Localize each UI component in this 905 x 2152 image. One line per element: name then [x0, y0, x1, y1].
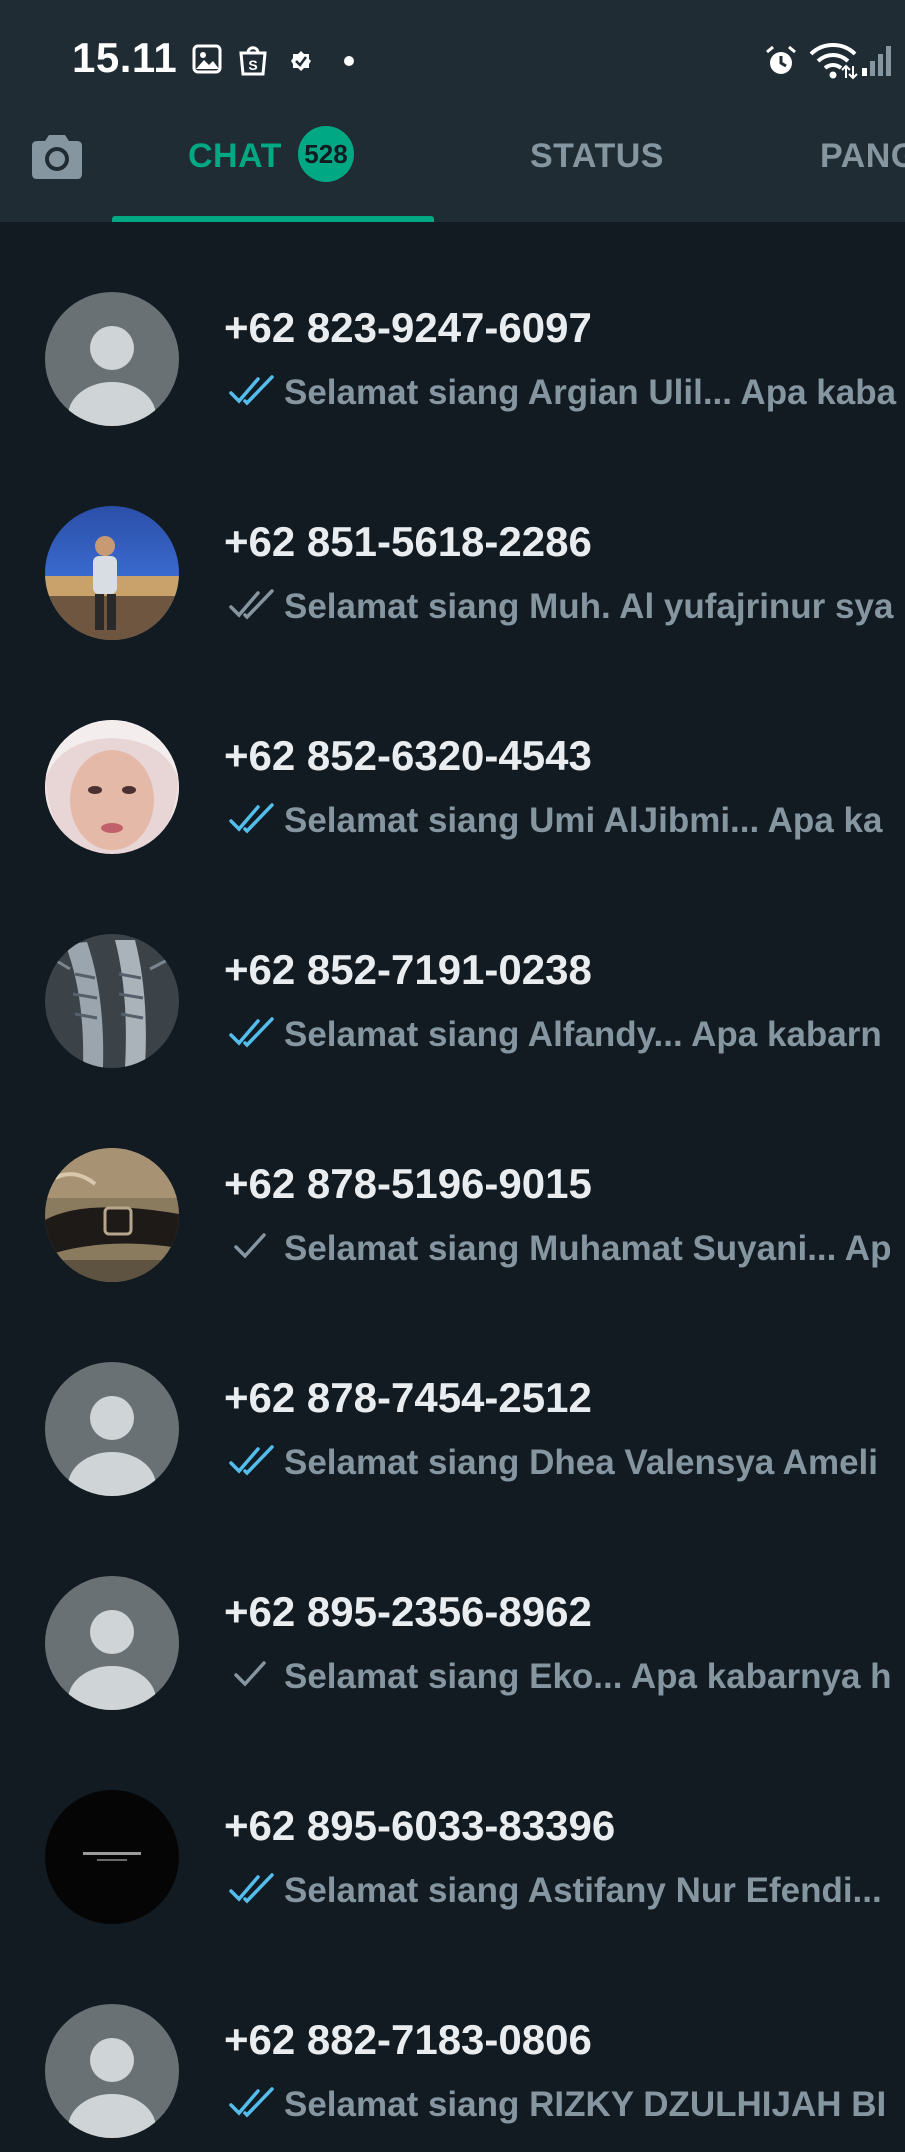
whatsapp-screen: 15.11 S CHAT 528 STATUS PANG +62 823-924… — [0, 0, 905, 2152]
chat-preview: Selamat siang Astifany Nur Efendi... — [228, 1866, 882, 1912]
chat-preview-text: Selamat siang Dhea Valensya Ameli — [284, 1442, 878, 1482]
chat-contact-name: +62 852-6320-4543 — [224, 732, 592, 779]
chat-contact-name: +62 823-9247-6097 — [224, 304, 592, 351]
chat-contact-name: +62 852-7191-0238 — [224, 946, 592, 993]
chat-row[interactable]: +62 895-6033-83396 Selamat siang Astifan… — [0, 1720, 905, 1934]
chat-preview: Selamat siang Muhamat Suyani... Ap — [228, 1224, 891, 1270]
chat-preview: Selamat siang Dhea Valensya Ameli — [228, 1438, 878, 1484]
gallery-icon — [192, 44, 222, 79]
double-check-read-icon — [228, 1871, 278, 1905]
chat-row[interactable]: +62 851-5618-2286 Selamat siang Muh. Al … — [0, 436, 905, 650]
chat-preview-text: Selamat siang Muhamat Suyani... Ap — [284, 1228, 892, 1268]
chat-row[interactable]: +62 882-7183-0806 Selamat siang RIZKY DZ… — [0, 1934, 905, 2148]
alarm-icon — [764, 44, 798, 83]
contact-photo-avatar[interactable] — [45, 934, 179, 1068]
default-avatar-icon[interactable] — [45, 1362, 179, 1496]
chat-unread-badge: 528 — [298, 126, 354, 182]
chat-preview: Selamat siang Argian Ulil... Apa kaba — [228, 368, 896, 414]
camera-icon[interactable] — [26, 126, 88, 188]
double-check-read-icon — [228, 1443, 278, 1477]
verified-icon — [290, 50, 312, 77]
wifi-icon — [808, 42, 858, 85]
status-bar: 15.11 S — [0, 0, 905, 120]
chat-preview-text: Selamat siang Umi AlJibmi... Apa ka — [284, 800, 883, 840]
chat-contact-name: +62 878-5196-9015 — [224, 1160, 592, 1207]
chat-row[interactable]: +62 852-6320-4543 Selamat siang Umi AlJi… — [0, 650, 905, 864]
shopee-icon: S — [238, 44, 268, 81]
chat-preview-text: Selamat siang Muh. Al yufajrinur sya — [284, 586, 894, 626]
chat-contact-name: +62 878-7454-2512 — [224, 1374, 592, 1421]
chat-row[interactable]: +62 895-2356-8962 Selamat siang Eko... A… — [0, 1506, 905, 1720]
signal-icon — [860, 44, 894, 83]
chat-row[interactable]: +62 823-9247-6097 Selamat siang Argian U… — [0, 222, 905, 436]
dot-icon — [343, 54, 355, 72]
contact-photo-avatar[interactable] — [45, 1148, 179, 1282]
chat-preview: Selamat siang Muh. Al yufajrinur sya — [228, 582, 893, 628]
chat-preview: Selamat siang Eko... Apa kabarnya h — [228, 1652, 892, 1698]
tab-status[interactable]: STATUS — [530, 134, 664, 178]
contact-photo-avatar[interactable] — [45, 506, 179, 640]
chat-preview-text: Selamat siang Argian Ulil... Apa kaba — [284, 372, 897, 412]
chat-preview: Selamat siang RIZKY DZULHIJAH BI — [228, 2080, 886, 2126]
single-check-sent-icon — [228, 1657, 278, 1691]
default-avatar-icon[interactable] — [45, 1576, 179, 1710]
contact-photo-avatar[interactable] — [45, 720, 179, 854]
double-check-read-icon — [228, 2085, 278, 2119]
tab-bar: CHAT 528 STATUS PANG — [0, 120, 905, 222]
double-check-delivered-icon — [228, 587, 278, 621]
chat-preview-text: Selamat siang RIZKY DZULHIJAH BI — [284, 2084, 887, 2124]
tab-chat[interactable]: CHAT — [188, 134, 282, 178]
chat-contact-name: +62 882-7183-0806 — [224, 2016, 592, 2063]
chat-contact-name: +62 851-5618-2286 — [224, 518, 592, 565]
chat-row[interactable]: +62 878-5196-9015 Selamat siang Muhamat … — [0, 1078, 905, 1292]
default-avatar-icon[interactable] — [45, 2004, 179, 2138]
tab-calls[interactable]: PANG — [820, 134, 905, 178]
chat-contact-name: +62 895-2356-8962 — [224, 1588, 592, 1635]
default-avatar-icon[interactable] — [45, 292, 179, 426]
contact-photo-avatar[interactable] — [45, 1790, 179, 1924]
chat-row[interactable]: +62 852-7191-0238 Selamat siang Alfandy.… — [0, 864, 905, 1078]
single-check-sent-icon — [228, 1229, 278, 1263]
chat-row[interactable]: +62 878-7454-2512 Selamat siang Dhea Val… — [0, 1292, 905, 1506]
chat-preview-text: Selamat siang Astifany Nur Efendi... — [284, 1870, 882, 1910]
status-time: 15.11 — [72, 34, 178, 81]
double-check-read-icon — [228, 801, 278, 835]
chat-contact-name: +62 895-6033-83396 — [224, 1802, 616, 1849]
double-check-read-icon — [228, 1015, 278, 1049]
double-check-read-icon — [228, 373, 278, 407]
chat-preview-text: Selamat siang Eko... Apa kabarnya h — [284, 1656, 892, 1696]
svg-text:S: S — [248, 57, 257, 73]
chat-preview-text: Selamat siang Alfandy... Apa kabarn — [284, 1014, 882, 1054]
chat-preview: Selamat siang Alfandy... Apa kabarn — [228, 1010, 882, 1056]
chat-preview: Selamat siang Umi AlJibmi... Apa ka — [228, 796, 882, 842]
